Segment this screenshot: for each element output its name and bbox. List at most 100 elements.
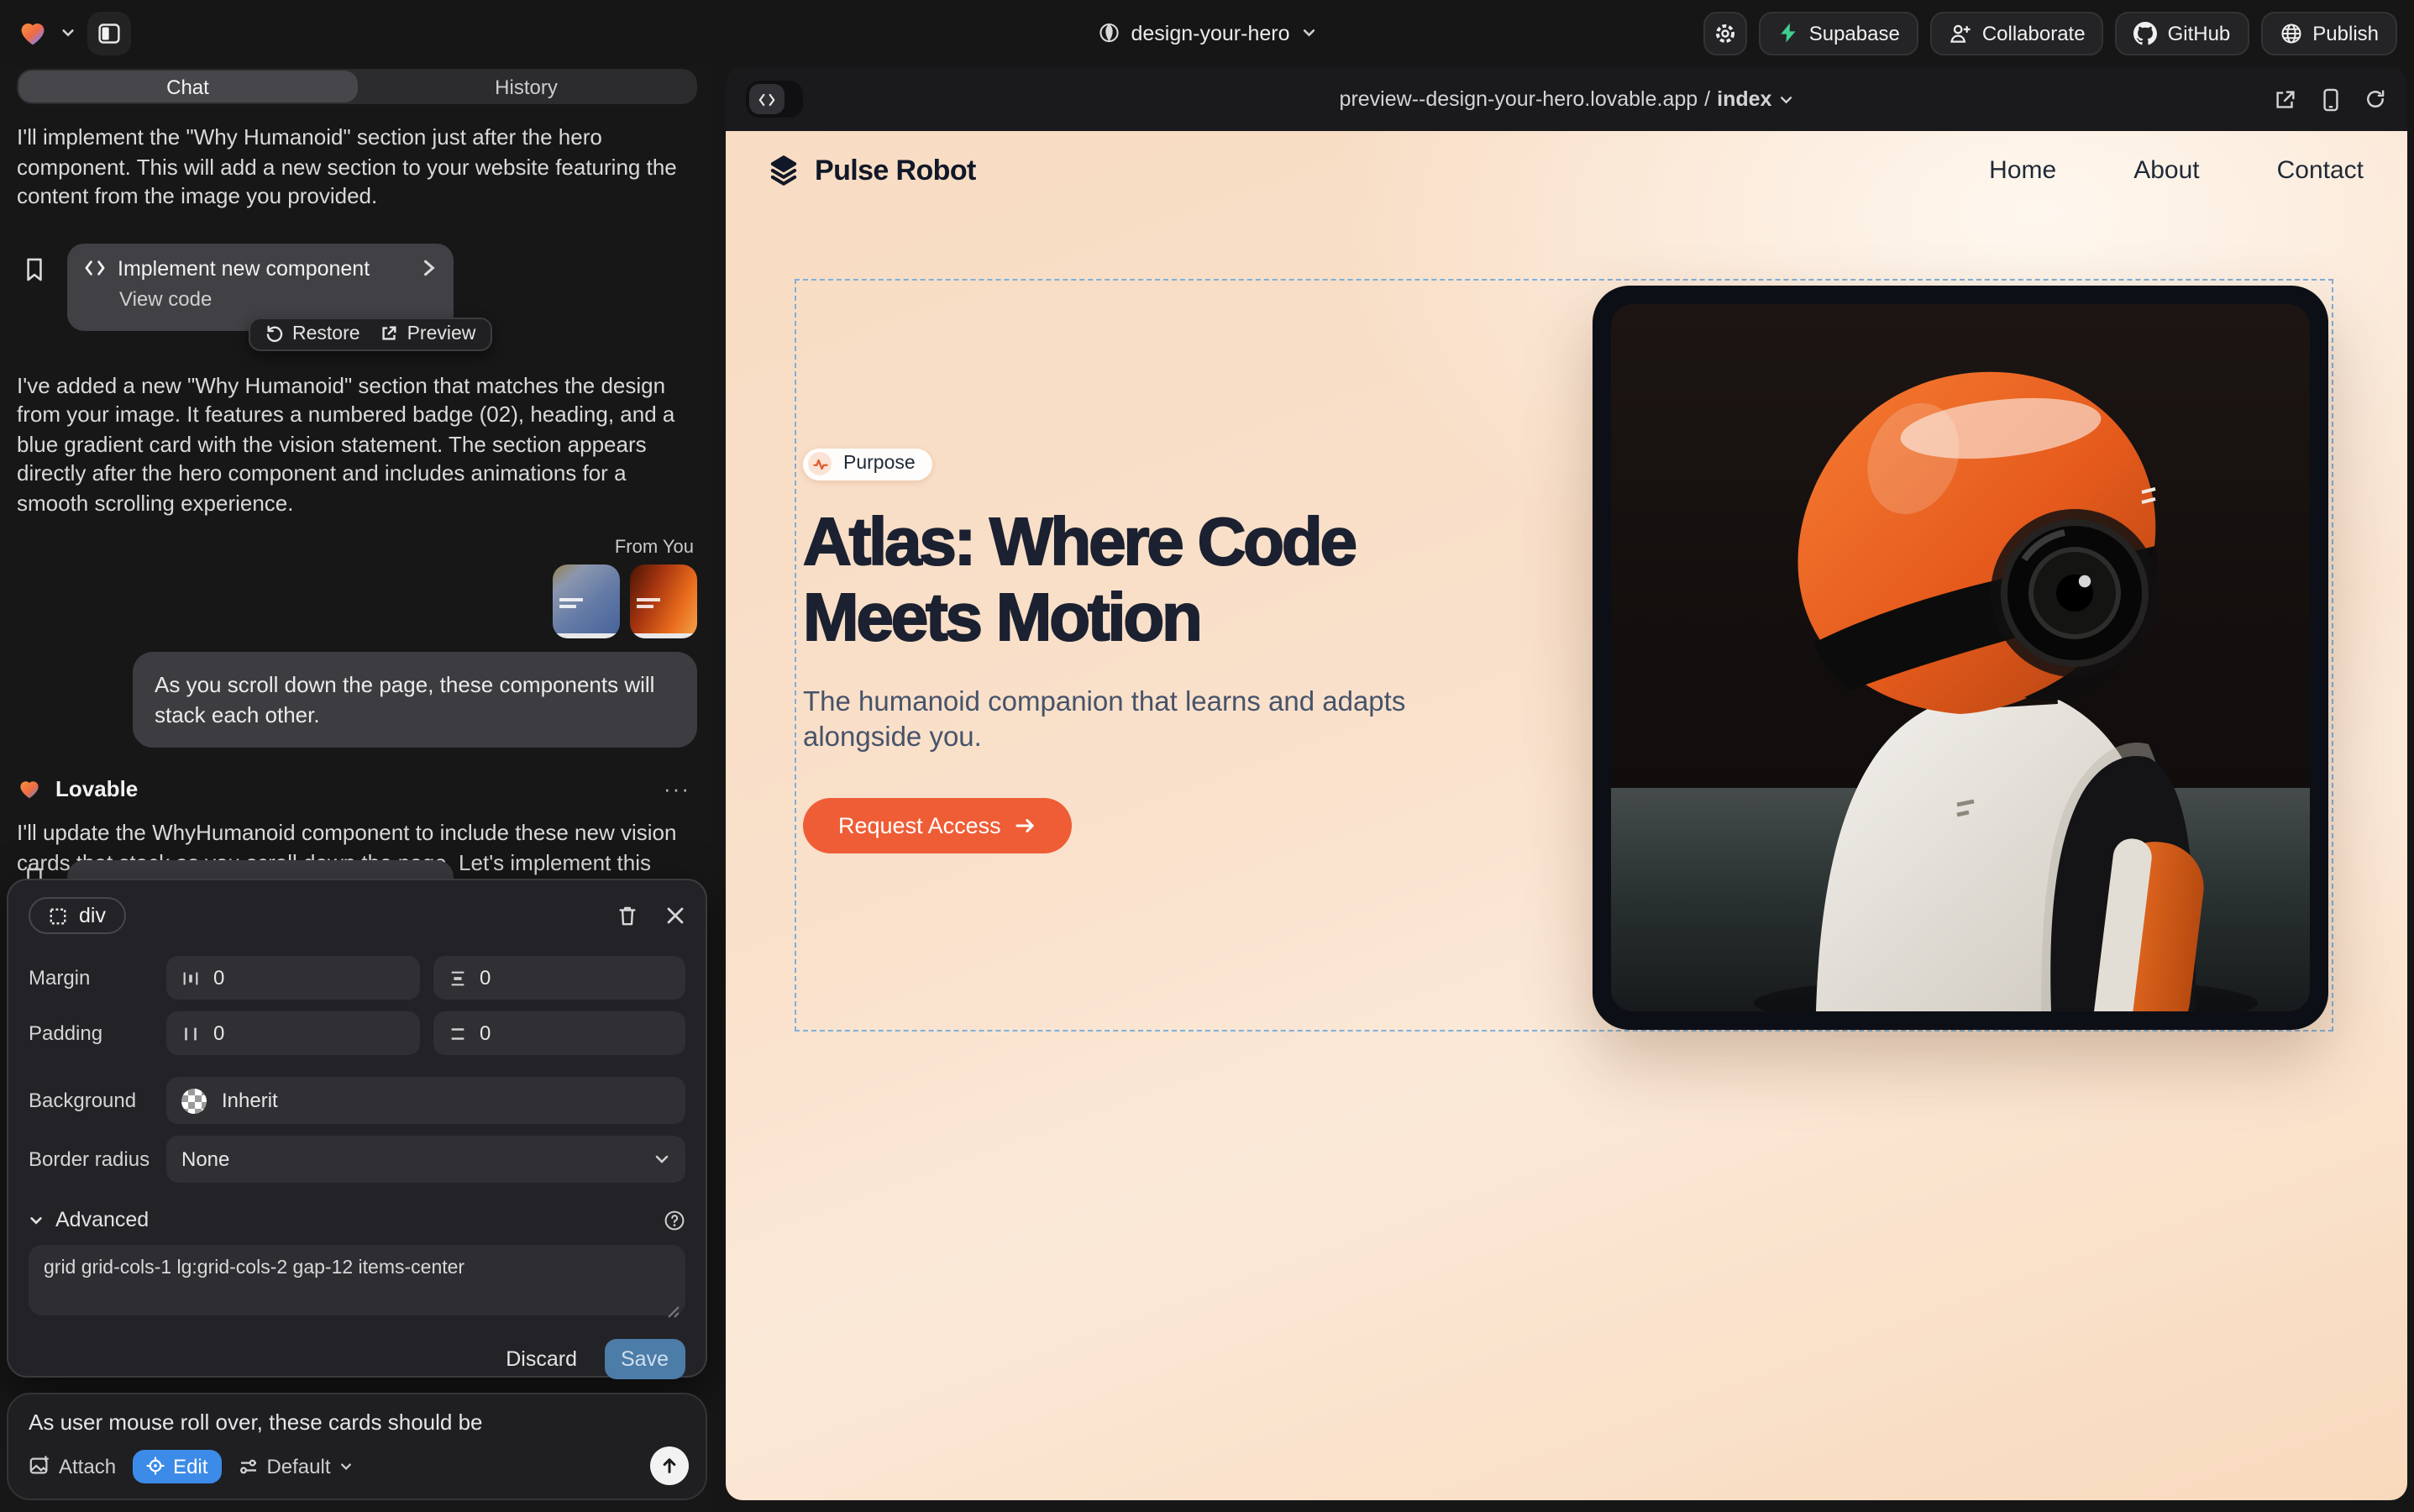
element-inspector-panel: div Margin <box>7 879 707 1378</box>
chevron-down-icon <box>653 1151 670 1168</box>
attach-image-icon <box>29 1455 50 1477</box>
send-button[interactable] <box>650 1446 689 1485</box>
project-name: design-your-hero <box>1131 21 1290 45</box>
composer-draft-text[interactable]: As user mouse roll over, these cards sho… <box>29 1410 685 1435</box>
preview-button[interactable]: Preview <box>380 323 476 344</box>
publish-globe-icon <box>2279 21 2302 45</box>
tab-history[interactable]: History <box>357 71 695 102</box>
margin-label: Margin <box>29 966 166 990</box>
top-bar: design-your-hero Supabase <box>0 0 2414 66</box>
user-message-bubble: As you scroll down the page, these compo… <box>133 652 697 748</box>
chat-composer[interactable]: As user mouse roll over, these cards sho… <box>7 1393 707 1500</box>
bookmark-icon[interactable] <box>24 256 45 281</box>
margin-x-input[interactable]: 0 <box>166 956 419 1000</box>
border-radius-label: Border radius <box>29 1147 166 1171</box>
selected-hero-section[interactable]: Purpose Atlas: Where Code Meets Motion T… <box>795 279 2333 1032</box>
open-preview-icon <box>380 324 399 343</box>
message-more-button[interactable]: ··· <box>664 776 697 801</box>
attachment-thumbnail-blue[interactable] <box>553 564 620 638</box>
hero-copy-column: Purpose Atlas: Where Code Meets Motion T… <box>803 281 1589 1030</box>
preview-page: index <box>1717 87 1771 111</box>
pulse-icon <box>808 452 832 475</box>
action-card-title: Implement new component <box>118 256 410 280</box>
nav-about[interactable]: About <box>2133 156 2199 185</box>
restore-preview-toolbar: Restore Preview <box>249 317 492 350</box>
gear-icon <box>1713 21 1737 45</box>
site-brand[interactable]: Pulse Robot <box>766 153 976 188</box>
view-code-link[interactable]: View code <box>119 286 437 310</box>
lovable-heart-icon <box>17 776 42 801</box>
margin-horizontal-icon <box>181 969 200 987</box>
margin-y-input[interactable]: 0 <box>433 956 685 1000</box>
open-in-new-tab-button[interactable] <box>2273 87 2298 112</box>
resize-handle[interactable] <box>667 1305 680 1319</box>
supabase-button[interactable]: Supabase <box>1759 11 1918 55</box>
website-viewport: Pulse Robot Home About Contact Purpose <box>726 131 2407 1500</box>
project-chevron-down-icon <box>1302 25 1317 40</box>
padding-horizontal-icon <box>181 1024 200 1042</box>
purpose-badge: Purpose <box>803 448 932 480</box>
request-access-button[interactable]: Request Access <box>803 797 1072 853</box>
refresh-button[interactable] <box>2364 87 2387 111</box>
code-icon <box>749 84 785 114</box>
nav-contact[interactable]: Contact <box>2277 156 2364 185</box>
mode-selector[interactable]: Default <box>238 1454 352 1478</box>
workspace-chevron-down-icon[interactable] <box>60 25 76 40</box>
chevron-right-icon <box>422 259 437 277</box>
hero-heading: Atlas: Where Code Meets Motion <box>803 505 1509 656</box>
edit-mode-pill[interactable]: Edit <box>133 1449 221 1483</box>
advanced-section-toggle[interactable]: Advanced <box>29 1208 685 1231</box>
close-inspector-button[interactable] <box>665 906 685 926</box>
padding-label: Padding <box>29 1021 166 1045</box>
tab-chat[interactable]: Chat <box>18 71 357 102</box>
attachment-thumbnail-orange[interactable] <box>630 564 697 638</box>
assistant-name: Lovable <box>55 776 138 801</box>
attach-button[interactable]: Attach <box>29 1454 116 1478</box>
chat-panel: Chat History I'll implement the "Why Hum… <box>0 66 714 1512</box>
collaborate-button[interactable]: Collaborate <box>1930 11 2104 55</box>
help-icon[interactable] <box>664 1209 685 1231</box>
padding-vertical-icon <box>448 1024 466 1042</box>
restore-button[interactable]: Restore <box>265 323 360 344</box>
chevron-down-icon <box>1778 92 1793 107</box>
github-button[interactable]: GitHub <box>2116 11 2249 55</box>
dashed-square-icon <box>49 906 67 925</box>
preview-toolbar: preview--design-your-hero.lovable.app / … <box>726 67 2407 131</box>
person-plus-icon <box>1949 21 1972 45</box>
margin-vertical-icon <box>448 969 466 987</box>
selected-element-pill[interactable]: div <box>29 897 126 934</box>
site-nav: Home About Contact <box>1989 156 2364 185</box>
nav-home[interactable]: Home <box>1989 156 2056 185</box>
assistant-message-2: I've added a new "Why Humanoid" section … <box>17 370 697 517</box>
selected-element-tag: div <box>79 904 106 927</box>
preview-url-bar[interactable]: preview--design-your-hero.lovable.app / … <box>1340 87 1794 111</box>
toggle-sidebar-button[interactable] <box>87 11 131 55</box>
from-you-label: From You <box>17 538 697 558</box>
advanced-classes-textarea[interactable]: grid grid-cols-1 lg:grid-cols-2 gap-12 i… <box>29 1245 685 1315</box>
lovable-heart-logo[interactable] <box>17 17 49 49</box>
transparency-swatch-icon <box>181 1088 207 1113</box>
chevron-down-icon <box>339 1459 353 1473</box>
robot-hero-image <box>1611 304 2310 1011</box>
publish-button[interactable]: Publish <box>2260 11 2397 55</box>
save-button[interactable]: Save <box>604 1339 685 1379</box>
robot-image-card <box>1593 286 2328 1030</box>
border-radius-select[interactable]: None <box>166 1136 685 1183</box>
target-icon <box>146 1457 165 1475</box>
background-picker[interactable]: Inherit <box>166 1077 685 1124</box>
discard-button[interactable]: Discard <box>506 1347 577 1371</box>
padding-x-input[interactable]: 0 <box>166 1011 419 1055</box>
layers-logo-icon <box>766 153 801 188</box>
settings-button[interactable] <box>1703 11 1747 55</box>
code-preview-toggle[interactable] <box>746 81 803 118</box>
preview-pane: preview--design-your-hero.lovable.app / … <box>726 67 2407 1500</box>
background-label: Background <box>29 1089 166 1112</box>
hero-subheading: The humanoid companion that learns and a… <box>803 685 1408 755</box>
mobile-view-button[interactable] <box>2320 87 2342 112</box>
chevron-down-icon <box>29 1212 44 1227</box>
site-header: Pulse Robot Home About Contact <box>726 131 2407 188</box>
action-card-wrap: Implement new component View code Restor… <box>17 243 697 330</box>
padding-y-input[interactable]: 0 <box>433 1011 685 1055</box>
delete-element-button[interactable] <box>617 904 638 927</box>
project-switcher[interactable]: design-your-hero <box>1098 21 1317 45</box>
